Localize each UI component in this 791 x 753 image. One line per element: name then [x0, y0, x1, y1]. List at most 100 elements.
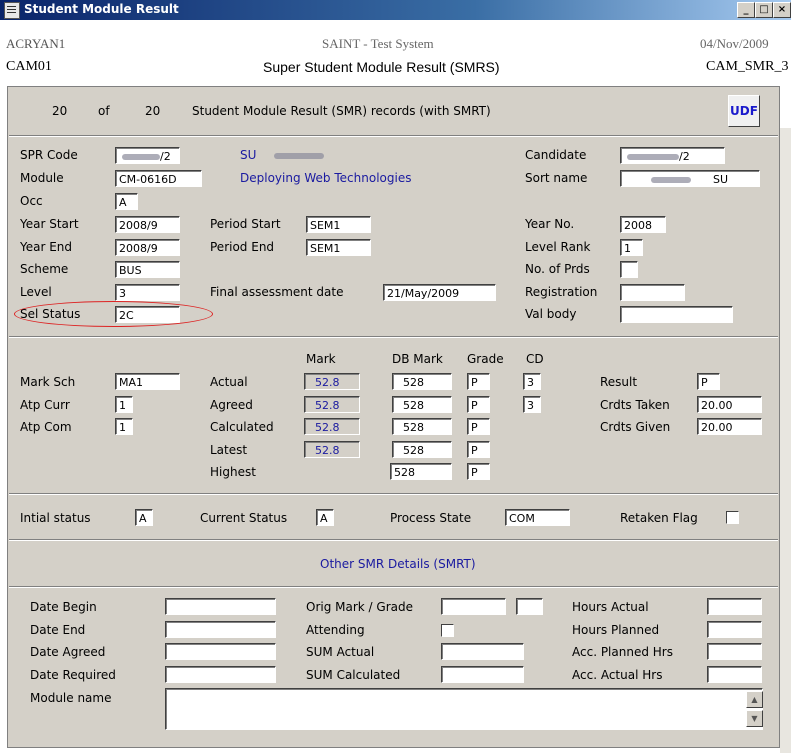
- mark-row-label: Agreed: [210, 398, 253, 412]
- crdts-taken-field[interactable]: 20.00: [697, 396, 762, 413]
- vertical-scrollbar[interactable]: [780, 128, 791, 753]
- result-field[interactable]: P: [697, 373, 720, 390]
- scroll-up-icon[interactable]: ▲: [746, 691, 763, 708]
- year-end-label: Year End: [20, 240, 73, 254]
- mark-row-label: Latest: [210, 443, 248, 457]
- db-mark-field[interactable]: 528: [392, 441, 452, 458]
- minimize-button[interactable]: _: [737, 2, 755, 18]
- acc-actual-field[interactable]: [707, 666, 762, 683]
- udf-button[interactable]: UDF: [728, 95, 760, 127]
- period-start-field[interactable]: SEM1: [306, 216, 371, 233]
- sum-actual-field[interactable]: [441, 643, 524, 660]
- sum-calculated-field[interactable]: [441, 666, 524, 683]
- module-field[interactable]: CM-0616D: [115, 170, 202, 187]
- registration-field[interactable]: [620, 284, 685, 301]
- hours-actual-field[interactable]: [707, 598, 762, 615]
- grade-field[interactable]: P: [467, 373, 490, 390]
- scheme-field[interactable]: BUS: [115, 261, 180, 278]
- current-status-field[interactable]: A: [316, 509, 334, 526]
- section-divider: [9, 493, 778, 495]
- section-divider: [9, 135, 778, 137]
- col-mark-header: Mark: [306, 352, 336, 366]
- retaken-flag-checkbox[interactable]: [726, 511, 739, 524]
- year-no-label: Year No.: [525, 217, 575, 231]
- occ-label: Occ: [20, 194, 43, 208]
- cd-field[interactable]: 3: [523, 396, 541, 413]
- module-name-label: Module name: [30, 691, 112, 705]
- record-of: of: [98, 104, 110, 118]
- db-mark-field[interactable]: 528: [392, 373, 452, 390]
- year-start-field[interactable]: 2008/9: [115, 216, 180, 233]
- date-required-label: Date Required: [30, 668, 116, 682]
- cd-field[interactable]: 3: [523, 373, 541, 390]
- sum-calculated-label: SUM Calculated: [306, 668, 401, 682]
- module-name-textarea[interactable]: [165, 688, 763, 730]
- val-body-field[interactable]: [620, 306, 733, 323]
- scroll-down-icon[interactable]: ▼: [746, 710, 763, 727]
- scheme-label: Scheme: [20, 262, 69, 276]
- result-label: Result: [600, 375, 638, 389]
- atp-curr-label: Atp Curr: [20, 398, 70, 412]
- period-end-field[interactable]: SEM1: [306, 239, 371, 256]
- spr-name: SU: [240, 148, 325, 162]
- occ-field[interactable]: A: [115, 193, 138, 210]
- retaken-flag-label: Retaken Flag: [620, 511, 698, 525]
- grade-field[interactable]: P: [467, 396, 490, 413]
- record-total: 20: [145, 104, 161, 118]
- col-db-mark-header: DB Mark: [392, 352, 443, 366]
- year-no-field[interactable]: 2008: [620, 216, 666, 233]
- records-description: Student Module Result (SMR) records (wit…: [192, 104, 491, 118]
- header-user: ACRYAN1: [6, 36, 66, 51]
- period-end-label: Period End: [210, 240, 275, 254]
- db-mark-field[interactable]: 528: [390, 463, 452, 480]
- date-begin-field[interactable]: [165, 598, 276, 615]
- sort-name-field[interactable]: SU: [620, 170, 760, 187]
- orig-mark-field[interactable]: [441, 598, 506, 615]
- final-assessment-field[interactable]: 21/May/2009: [383, 284, 496, 301]
- maximize-button[interactable]: □: [755, 2, 773, 18]
- grade-field[interactable]: P: [467, 441, 490, 458]
- attending-checkbox[interactable]: [441, 624, 454, 637]
- process-state-field[interactable]: COM: [505, 509, 570, 526]
- highlight-oval: [14, 301, 213, 327]
- acc-planned-field[interactable]: [707, 643, 762, 660]
- no-prds-field[interactable]: [620, 261, 638, 278]
- screen-title: Super Student Module Result (SMRS): [263, 59, 500, 75]
- candidate-field[interactable]: /2: [620, 147, 725, 164]
- orig-mark-label: Orig Mark / Grade: [306, 600, 413, 614]
- year-end-field[interactable]: 2008/9: [115, 239, 180, 256]
- process-state-label: Process State: [390, 511, 472, 525]
- hours-planned-field[interactable]: [707, 621, 762, 638]
- candidate-label: Candidate: [525, 148, 587, 162]
- col-grade-header: Grade: [467, 352, 504, 366]
- module-name: Deploying Web Technologies: [240, 171, 412, 185]
- initial-status-field[interactable]: A: [135, 509, 153, 526]
- atp-com-field[interactable]: 1: [115, 418, 133, 435]
- grade-field[interactable]: P: [467, 418, 490, 435]
- section-divider: [9, 539, 778, 541]
- spr-code-field[interactable]: /2: [115, 147, 180, 164]
- date-required-field[interactable]: [165, 666, 276, 683]
- atp-com-label: Atp Com: [20, 420, 72, 434]
- screen-code: CAM_SMR_3: [706, 59, 789, 74]
- db-mark-field[interactable]: 528: [392, 418, 452, 435]
- level-field[interactable]: 3: [115, 284, 180, 301]
- mark-value: 52.8: [304, 373, 360, 390]
- mark-row-label: Actual: [210, 375, 248, 389]
- mark-sch-field[interactable]: MA1: [115, 373, 180, 390]
- orig-grade-field[interactable]: [516, 598, 543, 615]
- db-mark-field[interactable]: 528: [392, 396, 452, 413]
- mark-sch-label: Mark Sch: [20, 375, 76, 389]
- level-rank-field[interactable]: 1: [620, 239, 643, 256]
- module-label: Module: [20, 171, 64, 185]
- sum-actual-label: SUM Actual: [306, 645, 375, 659]
- acc-planned-label: Acc. Planned Hrs: [572, 645, 673, 659]
- date-end-field[interactable]: [165, 621, 276, 638]
- crdts-given-field[interactable]: 20.00: [697, 418, 762, 435]
- atp-curr-field[interactable]: 1: [115, 396, 133, 413]
- close-button[interactable]: ×: [773, 2, 791, 18]
- date-agreed-field[interactable]: [165, 643, 276, 660]
- grade-field[interactable]: P: [467, 463, 490, 480]
- current-status-label: Current Status: [200, 511, 288, 525]
- attending-label: Attending: [306, 623, 365, 637]
